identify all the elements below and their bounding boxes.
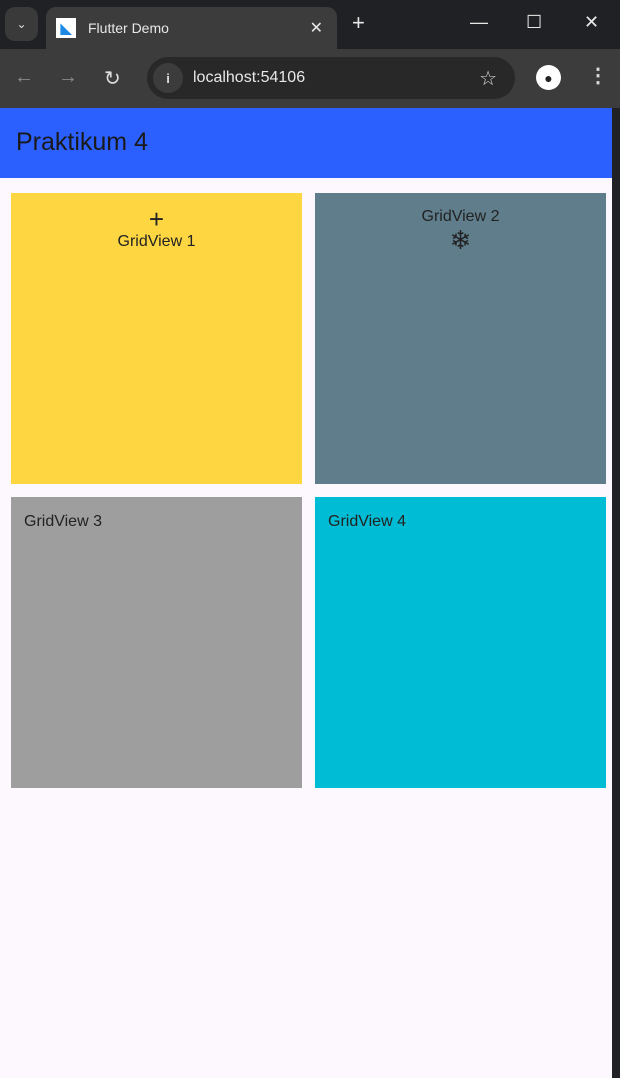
grid-tile-3[interactable]: GridView 3 [11,497,302,788]
maximize-button[interactable]: ☐ [526,12,542,33]
tile-label: GridView 1 [117,233,196,250]
add-icon: + [148,204,165,234]
profile-icon[interactable]: ● [536,65,561,90]
ac-unit-icon: ❄ [449,225,472,255]
minimize-button[interactable]: — [470,12,488,33]
browser-menu-icon[interactable]: ⋮ [588,63,608,88]
site-info-icon[interactable]: i [153,63,183,93]
tab-strip: ⌄ ◣ Flutter Demo ✕ + — ☐ ✕ [0,0,620,49]
tab-search-button[interactable]: ⌄ [5,7,38,41]
grid-tile-2[interactable]: GridView 2 ❄ [315,193,606,484]
grid-tile-4[interactable]: GridView 4 [315,497,606,788]
browser-tab[interactable]: ◣ Flutter Demo ✕ [46,7,337,49]
address-bar[interactable]: i localhost:54106 ☆ [147,57,515,99]
tile-label: GridView 2 [421,208,500,225]
forward-button[interactable]: → [58,66,78,89]
flutter-page: Praktikum 4 + GridView 1 GridView 2 ❄ Gr… [0,108,612,1078]
tab-title: Flutter Demo [88,20,169,36]
flutter-favicon-icon: ◣ [56,18,76,38]
tab-close-icon[interactable]: ✕ [310,18,323,38]
app-bar: Praktikum 4 [0,108,612,178]
tile-label: GridView 3 [24,513,102,530]
back-button[interactable]: ← [14,66,34,89]
grid-tile-1[interactable]: + GridView 1 [11,193,302,484]
close-window-button[interactable]: ✕ [584,12,599,33]
tile-label: GridView 4 [328,513,406,530]
reload-button[interactable]: ↻ [104,66,121,91]
app-title: Praktikum 4 [16,128,148,156]
new-tab-button[interactable]: + [352,10,365,36]
bookmark-star-icon[interactable]: ☆ [479,66,497,91]
browser-toolbar: ← → ↻ i localhost:54106 ☆ ● ⋮ [0,49,620,108]
url-text[interactable]: localhost:54106 [193,69,479,87]
